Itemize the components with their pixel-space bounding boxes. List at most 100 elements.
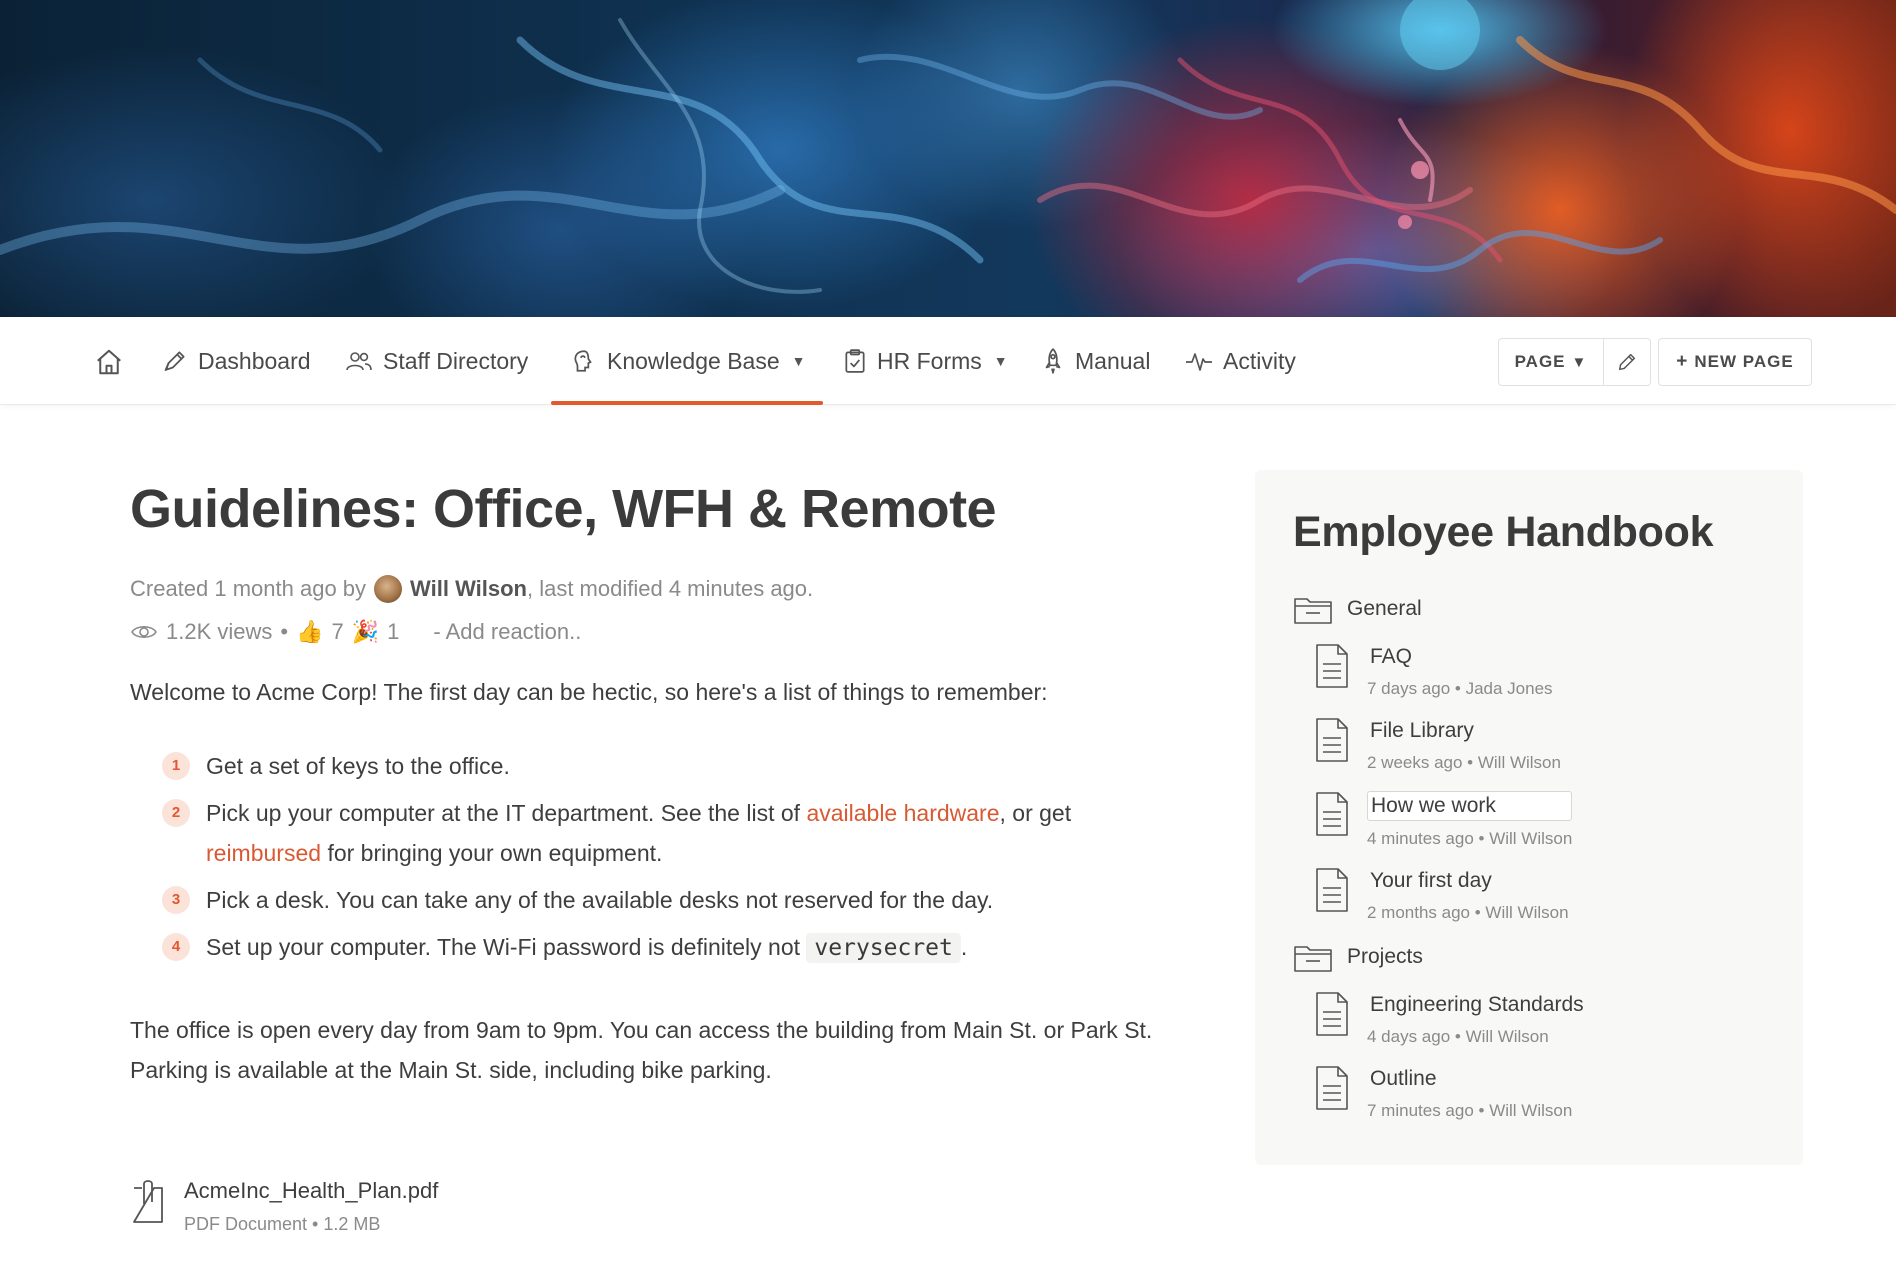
list-item: 2 Pick up your computer at the IT depart… xyxy=(162,793,1200,873)
doc-title: Engineering Standards xyxy=(1370,993,1584,1016)
doc-your-first-day[interactable]: Your first day 2 months ago • Will Wilso… xyxy=(1315,867,1765,923)
doc-meta: 7 days ago • Jada Jones xyxy=(1367,679,1553,698)
folder-icon xyxy=(1294,946,1332,972)
doc-info: Outline 7 minutes ago • Will Wilson xyxy=(1367,1065,1572,1121)
doc-time: 4 minutes ago xyxy=(1367,829,1474,848)
office-hours-text: The office is open every day from 9am to… xyxy=(130,1016,1153,1083)
document-icon xyxy=(1316,992,1348,1036)
document-icon xyxy=(1316,1066,1348,1110)
nav-label: Dashboard xyxy=(198,347,311,374)
doc-engineering-standards[interactable]: Engineering Standards 4 days ago • Will … xyxy=(1315,991,1765,1047)
doc-title: FAQ xyxy=(1370,645,1413,668)
chevron-down-icon: ▼ xyxy=(791,353,806,369)
doc-author: Will Wilson xyxy=(1485,903,1569,922)
step-text-part: . xyxy=(960,933,968,960)
step-text-part: Set up your computer. The Wi-Fi password… xyxy=(206,933,801,960)
handbook-sidebar: Employee Handbook General FAQ 7 days ago… xyxy=(1255,470,1803,1165)
attachment-name: AcmeInc_Health_Plan.pdf xyxy=(184,1178,439,1203)
document-icon xyxy=(1316,718,1348,762)
doc-info: How we work 4 minutes ago • Will Wilson xyxy=(1367,791,1573,849)
step-text: Pick a desk. You can take any of the ava… xyxy=(206,886,994,913)
doc-info: Your first day 2 months ago • Will Wilso… xyxy=(1367,867,1569,923)
brain-icon xyxy=(574,350,592,372)
folder-general[interactable]: General xyxy=(1293,593,1765,625)
edit-button[interactable] xyxy=(1603,338,1651,386)
folder-label: General xyxy=(1347,597,1422,620)
doc-info: Engineering Standards 4 days ago • Will … xyxy=(1367,991,1587,1047)
doc-info: FAQ 7 days ago • Jada Jones xyxy=(1367,643,1553,699)
home-icon[interactable] xyxy=(92,345,126,379)
step-number: 4 xyxy=(162,932,190,961)
doc-file-library[interactable]: File Library 2 weeks ago • Will Wilson xyxy=(1315,717,1765,773)
nav-dashboard[interactable]: Dashboard xyxy=(162,317,311,405)
step-number: 2 xyxy=(162,798,190,827)
new-page-button[interactable]: + NEW PAGE xyxy=(1658,338,1812,386)
list-item: 4 Set up your computer. The Wi-Fi passwo… xyxy=(162,927,1200,968)
smoke-texture xyxy=(0,0,1896,294)
reimbursed-link[interactable]: reimbursed xyxy=(206,840,321,866)
nav-manual[interactable]: Manual xyxy=(1041,317,1150,405)
step-text-part: for bringing your own equipment. xyxy=(327,839,663,866)
nav-knowledge-base[interactable]: Knowledge Base ▼ xyxy=(571,317,805,405)
attachment-type: PDF Document xyxy=(184,1214,308,1234)
nav-label: Activity xyxy=(1223,347,1296,374)
available-hardware-link[interactable]: available hardware xyxy=(806,800,999,826)
doc-meta: 2 weeks ago • Will Wilson xyxy=(1367,753,1561,772)
doc-author: Jada Jones xyxy=(1465,679,1553,698)
doc-time: 7 minutes ago xyxy=(1367,1101,1474,1120)
nav-label: Knowledge Base xyxy=(607,347,780,374)
pen-icon xyxy=(164,351,185,372)
pulse-icon xyxy=(1186,353,1212,371)
doc-meta: 4 days ago • Will Wilson xyxy=(1367,1027,1549,1046)
active-tab-indicator xyxy=(551,401,823,405)
add-reaction-link[interactable]: - Add reaction.. xyxy=(433,619,581,645)
folder-label: Projects xyxy=(1347,945,1423,968)
doc-meta: 7 minutes ago • Will Wilson xyxy=(1367,1101,1573,1120)
pencil-icon xyxy=(1618,353,1636,371)
chevron-down-icon: ▼ xyxy=(993,353,1008,369)
doc-how-we-work[interactable]: How we work 4 minutes ago • Will Wilson xyxy=(1315,791,1765,849)
thumbs-up-count: 7 xyxy=(331,619,344,645)
rocket-icon xyxy=(1045,348,1061,374)
list-item: 3 Pick a desk. You can take any of the a… xyxy=(162,880,1200,920)
folder-projects[interactable]: Projects xyxy=(1293,941,1765,973)
meta-created: Created 1 month ago by xyxy=(130,576,367,602)
eye-icon xyxy=(131,626,157,639)
thumbs-up-icon[interactable]: 👍 xyxy=(296,619,323,645)
attachment-info: AcmeInc_Health_Plan.pdf PDF Document • 1… xyxy=(184,1178,438,1235)
doc-title: Your first day xyxy=(1370,869,1492,892)
wifi-password-code: verysecret xyxy=(806,932,961,963)
doc-faq[interactable]: FAQ 7 days ago • Jada Jones xyxy=(1315,643,1765,699)
doc-outline[interactable]: Outline 7 minutes ago • Will Wilson xyxy=(1315,1065,1765,1121)
page-content: Guidelines: Office, WFH & Remote Created… xyxy=(130,479,1200,1090)
nav-label: Staff Directory xyxy=(383,347,529,374)
party-count: 1 xyxy=(387,619,400,645)
nav-staff-directory[interactable]: Staff Directory xyxy=(345,317,528,405)
separator-dot: • xyxy=(280,619,289,645)
page-menu-button[interactable]: PAGE ▼ xyxy=(1498,338,1604,386)
party-icon[interactable]: 🎉 xyxy=(352,619,379,645)
doc-time: 2 weeks ago xyxy=(1367,753,1463,772)
doc-author: Will Wilson xyxy=(1465,1027,1549,1046)
page-meta: Created 1 month ago by Will Wilson, last… xyxy=(130,575,1200,604)
attachment[interactable]: AcmeInc_Health_Plan.pdf PDF Document • 1… xyxy=(130,1178,438,1235)
nav-activity[interactable]: Activity xyxy=(1185,317,1296,405)
document-icon xyxy=(1316,868,1348,912)
list-item: 1 Get a set of keys to the office. xyxy=(162,746,1200,786)
page-stats: 1.2K views • 👍 7 🎉 1 - Add reaction.. xyxy=(130,619,1200,645)
doc-time: 7 days ago xyxy=(1367,679,1451,698)
author-link[interactable]: Will Wilson xyxy=(410,576,527,601)
intro-text: Welcome to Acme Corp! The first day can … xyxy=(130,679,1048,706)
doc-meta: 2 months ago • Will Wilson xyxy=(1367,903,1569,922)
doc-author: Will Wilson xyxy=(1489,1101,1573,1120)
doc-meta: 4 minutes ago • Will Wilson xyxy=(1367,829,1573,848)
nav-hr-forms[interactable]: HR Forms ▼ xyxy=(843,317,1008,405)
doc-title: How we work xyxy=(1367,791,1573,821)
doc-title: Outline xyxy=(1370,1067,1437,1090)
doc-title: File Library xyxy=(1370,719,1474,742)
doc-time: 2 months ago xyxy=(1367,903,1471,922)
new-page-label: NEW PAGE xyxy=(1694,352,1794,371)
document-icon xyxy=(1316,644,1348,688)
nav-label: HR Forms xyxy=(877,347,982,374)
step-text: Pick up your computer at the IT departme… xyxy=(206,793,1071,873)
